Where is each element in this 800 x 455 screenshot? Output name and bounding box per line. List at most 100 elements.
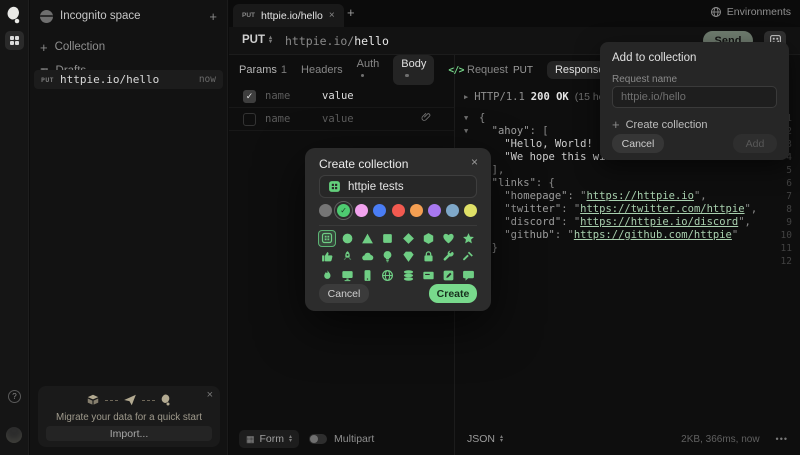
- grid-icon: [9, 35, 20, 46]
- add-to-collection-popover: Add to collection Request name httpie.io…: [600, 42, 789, 160]
- code-line: 12: [464, 255, 796, 268]
- color-swatch-selected[interactable]: [334, 200, 354, 220]
- heart-icon[interactable]: [442, 232, 455, 245]
- field-name-input[interactable]: name: [265, 113, 290, 125]
- tab-headers[interactable]: Headers: [301, 64, 343, 76]
- close-icon[interactable]: ×: [471, 155, 478, 169]
- new-collection-button[interactable]: + Collection: [30, 36, 227, 58]
- color-swatch[interactable]: [391, 203, 405, 217]
- code-token: : ": [561, 203, 581, 215]
- color-swatch[interactable]: [319, 203, 332, 217]
- field-value-input[interactable]: value: [322, 113, 354, 125]
- flame-icon[interactable]: [321, 269, 334, 282]
- field-checkbox-checked[interactable]: ✓: [243, 89, 256, 103]
- cloud-icon[interactable]: [361, 250, 374, 263]
- popover-create-collection-button[interactable]: + Create collection: [612, 117, 708, 132]
- format-select[interactable]: JSON ▴ ▾: [467, 433, 503, 445]
- modal-create-button[interactable]: Create: [429, 284, 477, 303]
- popover-add-button-disabled[interactable]: Add: [733, 134, 777, 153]
- code-token: : [: [529, 125, 549, 137]
- close-tab-icon[interactable]: ×: [329, 10, 335, 21]
- lock-icon[interactable]: [422, 250, 435, 263]
- code-line: } 11: [464, 242, 796, 255]
- attach-file-icon[interactable]: [420, 110, 432, 128]
- tab-auth-label: Auth: [356, 58, 380, 70]
- body-type-value: Form: [259, 433, 285, 445]
- method-select[interactable]: PUT ▴ ▾: [242, 34, 272, 46]
- wrench-icon[interactable]: [442, 250, 455, 263]
- modal-title: Create collection: [319, 157, 409, 171]
- new-tab-plus-icon[interactable]: +: [209, 9, 217, 24]
- create-collection-modal: Create collection × httpie tests Cancel …: [305, 148, 491, 311]
- hammer-icon[interactable]: [462, 250, 475, 263]
- sidebar: Incognito space + + Collection ▦ Drafts …: [30, 0, 228, 455]
- code-token: "ahoy": [479, 125, 530, 137]
- spaces-grid-button[interactable]: [5, 31, 24, 50]
- code-token: https://twitter.com/httpie: [580, 203, 745, 215]
- mail-icon[interactable]: [422, 269, 435, 282]
- monitor-icon[interactable]: [341, 269, 354, 282]
- square-icon[interactable]: [381, 232, 394, 245]
- line-number: 8: [786, 204, 792, 215]
- circle-icon[interactable]: [341, 232, 354, 245]
- collapse-chevron-icon[interactable]: ▼: [464, 112, 468, 125]
- lightbulb-icon[interactable]: [381, 250, 394, 263]
- code-line: "discord": "https://httpie.io/discord", 9: [464, 216, 796, 229]
- diamond-icon[interactable]: [402, 232, 415, 245]
- thumbs-up-icon[interactable]: [321, 250, 334, 263]
- account-avatar[interactable]: [6, 427, 22, 443]
- dashed-connector: [105, 399, 118, 401]
- code-token: ",: [693, 190, 707, 202]
- collection-grid-icon-selected[interactable]: [318, 229, 337, 247]
- collapse-chevron-icon[interactable]: ▼: [464, 125, 468, 138]
- popover-cancel-button[interactable]: Cancel: [612, 134, 664, 153]
- rocket-icon[interactable]: [341, 250, 354, 263]
- draft-timestamp: now: [198, 74, 216, 85]
- color-swatch[interactable]: [355, 203, 369, 217]
- tab-params[interactable]: Params 1: [239, 64, 287, 76]
- space-header[interactable]: Incognito space +: [30, 3, 227, 29]
- collection-name-input[interactable]: httpie tests: [319, 175, 477, 198]
- color-swatch[interactable]: [409, 203, 423, 217]
- body-type-select[interactable]: ▦ Form ▴ ▾: [239, 430, 300, 448]
- globe-icon[interactable]: [381, 269, 394, 282]
- new-tab-button[interactable]: +: [347, 5, 355, 20]
- code-token: "discord": [479, 216, 562, 228]
- tab-method-badge: PUT: [242, 12, 255, 19]
- tab-auth[interactable]: Auth: [356, 58, 380, 82]
- plus-icon: +: [612, 117, 620, 132]
- help-button[interactable]: ?: [8, 390, 21, 403]
- color-swatch[interactable]: [445, 203, 459, 217]
- more-menu-icon[interactable]: •••: [776, 434, 788, 444]
- mobile-icon[interactable]: [361, 269, 374, 282]
- request-name-label: Request name: [612, 74, 678, 85]
- request-name-input[interactable]: httpie.io/hello: [612, 86, 777, 108]
- response-footer: JSON ▴ ▾ 2KB, 366ms, now •••: [455, 430, 800, 448]
- color-swatch[interactable]: [427, 203, 441, 217]
- tab-body-label: Body: [401, 58, 427, 70]
- color-swatch[interactable]: [373, 203, 387, 217]
- star-icon[interactable]: [462, 232, 475, 245]
- field-checkbox-unchecked[interactable]: [243, 112, 256, 126]
- field-value-input[interactable]: value: [322, 90, 354, 102]
- gem-icon[interactable]: [402, 250, 415, 263]
- draft-request-item[interactable]: PUT httpie.io/hello now: [34, 70, 223, 89]
- speech-bubble-icon[interactable]: [462, 269, 475, 282]
- triangle-icon[interactable]: [361, 232, 374, 245]
- request-tab[interactable]: PUT httpie.io/hello ×: [233, 4, 344, 27]
- url-input[interactable]: httpie.io/hello: [285, 34, 389, 48]
- multipart-toggle[interactable]: Multipart: [309, 433, 374, 445]
- field-name-input[interactable]: name: [265, 90, 290, 102]
- edit-icon[interactable]: [442, 269, 455, 282]
- tab-body[interactable]: Body: [393, 55, 435, 85]
- import-button[interactable]: Import...: [46, 426, 212, 441]
- line-number: 5: [786, 165, 792, 176]
- color-swatch[interactable]: [464, 203, 477, 217]
- environments-label: Environments: [726, 6, 791, 18]
- modal-cancel-button[interactable]: Cancel: [319, 284, 369, 303]
- line-number: 9: [786, 217, 792, 228]
- database-icon[interactable]: [402, 269, 415, 282]
- environments-button[interactable]: Environments: [710, 6, 791, 18]
- tab-request[interactable]: Request PUT: [467, 64, 533, 76]
- hexagon-icon[interactable]: [422, 232, 435, 245]
